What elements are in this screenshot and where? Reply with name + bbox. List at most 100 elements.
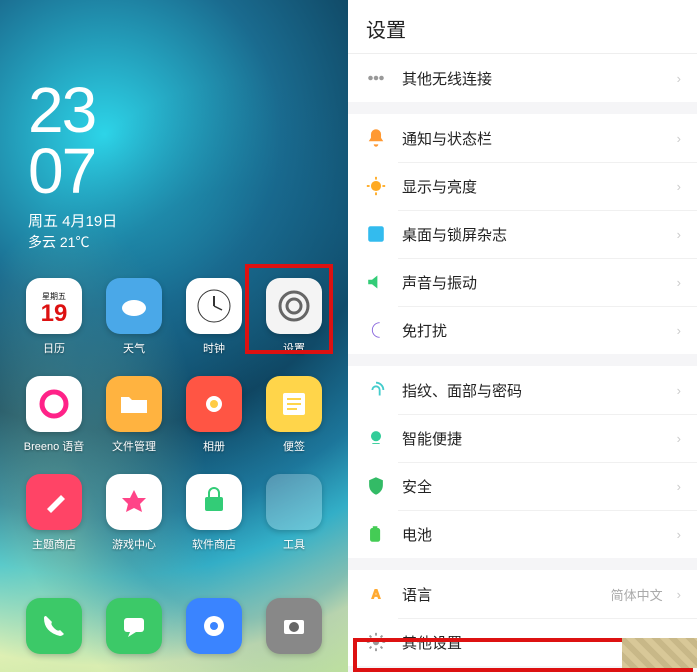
- app-files[interactable]: 文件管理: [98, 376, 170, 454]
- row-label: 智能便捷: [402, 428, 663, 449]
- chevron-right-icon: ›: [677, 383, 681, 398]
- chevron-right-icon: ›: [677, 587, 681, 602]
- settings-row-sound[interactable]: 声音与振动 ›: [348, 258, 697, 306]
- settings-row-bell[interactable]: 通知与状态栏 ›: [348, 114, 697, 162]
- tools-folder-icon: [266, 474, 322, 530]
- app-game-center[interactable]: 游戏中心: [98, 474, 170, 552]
- dock-browser[interactable]: [178, 598, 250, 654]
- weather-line: 多云 21℃: [28, 232, 89, 252]
- settings-row-battery[interactable]: 电池 ›: [348, 510, 697, 558]
- app-theme-store[interactable]: 主题商店: [18, 474, 90, 552]
- app-software-store[interactable]: 软件商店: [178, 474, 250, 552]
- theme-icon: [26, 474, 82, 530]
- app-notes[interactable]: 便签: [258, 376, 330, 454]
- row-label: 语言: [402, 584, 597, 605]
- settings-row-language[interactable]: A 语言简体中文 ›: [348, 570, 697, 618]
- wallpaper-icon: [364, 222, 388, 246]
- row-label: 电池: [402, 524, 663, 545]
- settings-row-smart[interactable]: 智能便捷 ›: [348, 414, 697, 462]
- censored-region: [622, 638, 697, 668]
- dock-phone[interactable]: [18, 598, 90, 654]
- security-icon: [364, 474, 388, 498]
- app-calendar[interactable]: 星期五 19 日历: [18, 278, 90, 356]
- phone-icon: [26, 598, 82, 654]
- settings-row-wallpaper[interactable]: 桌面与锁屏杂志›: [348, 210, 697, 258]
- app-label: 文件管理: [112, 438, 156, 454]
- app-label: 天气: [123, 340, 145, 356]
- chevron-right-icon: ›: [677, 275, 681, 290]
- clock-widget[interactable]: 23 07: [28, 80, 95, 202]
- photos-icon: [186, 376, 242, 432]
- settings-screen: 设置 其他无线连接›通知与状态栏›显示与亮度›桌面与锁屏杂志›声音与振动›免打扰…: [348, 0, 697, 672]
- chevron-right-icon: ›: [677, 71, 681, 86]
- battery-icon: [364, 522, 388, 546]
- store-icon: [186, 474, 242, 530]
- row-label: 显示与亮度: [402, 176, 663, 197]
- settings-title: 设置: [348, 0, 697, 54]
- notes-icon: [266, 376, 322, 432]
- settings-row-dnd[interactable]: 免打扰 ›: [348, 306, 697, 354]
- row-label: 其他无线连接: [402, 68, 663, 89]
- settings-row-security[interactable]: 安全 ›: [348, 462, 697, 510]
- fingerprint-icon: [364, 378, 388, 402]
- home-screen: 23 07 周五 4月19日 多云 21℃ 星期五 19 日历 天气 时钟: [0, 0, 348, 672]
- chevron-right-icon: ›: [677, 179, 681, 194]
- row-label: 通知与状态栏: [402, 128, 663, 149]
- browser-icon: [186, 598, 242, 654]
- app-clock[interactable]: 时钟: [178, 278, 250, 356]
- settings-icon: [266, 278, 322, 334]
- settings-row-brightness[interactable]: 显示与亮度 ›: [348, 162, 697, 210]
- settings-row-wireless[interactable]: 其他无线连接 ›: [348, 54, 697, 102]
- dock-camera[interactable]: [258, 598, 330, 654]
- app-grid: 星期五 19 日历 天气 时钟 设置: [18, 278, 330, 552]
- settings-row-fingerprint[interactable]: 指纹、面部与密码 ›: [348, 366, 697, 414]
- clock-minute: 07: [28, 141, 95, 202]
- app-label: 工具: [283, 536, 305, 552]
- app-weather[interactable]: 天气: [98, 278, 170, 356]
- chevron-right-icon: ›: [677, 323, 681, 338]
- camera-icon: [266, 598, 322, 654]
- app-label: 软件商店: [192, 536, 236, 552]
- app-breeno[interactable]: Breeno 语音: [18, 376, 90, 454]
- games-icon: [106, 474, 162, 530]
- row-label: 桌面与锁屏杂志: [402, 224, 663, 245]
- wireless-icon: [364, 66, 388, 90]
- svg-text:A: A: [371, 587, 380, 602]
- app-label: 日历: [43, 340, 65, 356]
- row-label: 免打扰: [402, 320, 663, 341]
- settings-list[interactable]: 其他无线连接›通知与状态栏›显示与亮度›桌面与锁屏杂志›声音与振动›免打扰›指纹…: [348, 54, 697, 672]
- chevron-right-icon: ›: [677, 527, 681, 542]
- row-label: 指纹、面部与密码: [402, 380, 663, 401]
- row-value: 简体中文: [611, 585, 663, 604]
- calendar-icon: 星期五 19: [26, 278, 82, 334]
- date-line: 周五 4月19日: [28, 210, 117, 231]
- app-label: 主题商店: [32, 536, 76, 552]
- app-label: 时钟: [203, 340, 225, 356]
- language-icon: A: [364, 582, 388, 606]
- row-label: 声音与振动: [402, 272, 663, 293]
- message-icon: [106, 598, 162, 654]
- row-label: 安全: [402, 476, 663, 497]
- breeno-icon: [26, 376, 82, 432]
- app-label: 设置: [283, 340, 305, 356]
- app-label: Breeno 语音: [24, 438, 85, 454]
- dock: [18, 598, 330, 654]
- clock-hour: 23: [28, 80, 95, 141]
- chevron-right-icon: ›: [677, 431, 681, 446]
- app-tools-folder[interactable]: 工具: [258, 474, 330, 552]
- gear-icon: [364, 630, 388, 654]
- sound-icon: [364, 270, 388, 294]
- weather-icon: [106, 278, 162, 334]
- app-settings[interactable]: 设置: [258, 278, 330, 356]
- app-label: 相册: [203, 438, 225, 454]
- smart-icon: [364, 426, 388, 450]
- clock-icon: [186, 278, 242, 334]
- chevron-right-icon: ›: [677, 131, 681, 146]
- dock-messages[interactable]: [98, 598, 170, 654]
- app-label: 便签: [283, 438, 305, 454]
- app-photos[interactable]: 相册: [178, 376, 250, 454]
- brightness-icon: [364, 174, 388, 198]
- chevron-right-icon: ›: [677, 479, 681, 494]
- folder-icon: [106, 376, 162, 432]
- app-label: 游戏中心: [112, 536, 156, 552]
